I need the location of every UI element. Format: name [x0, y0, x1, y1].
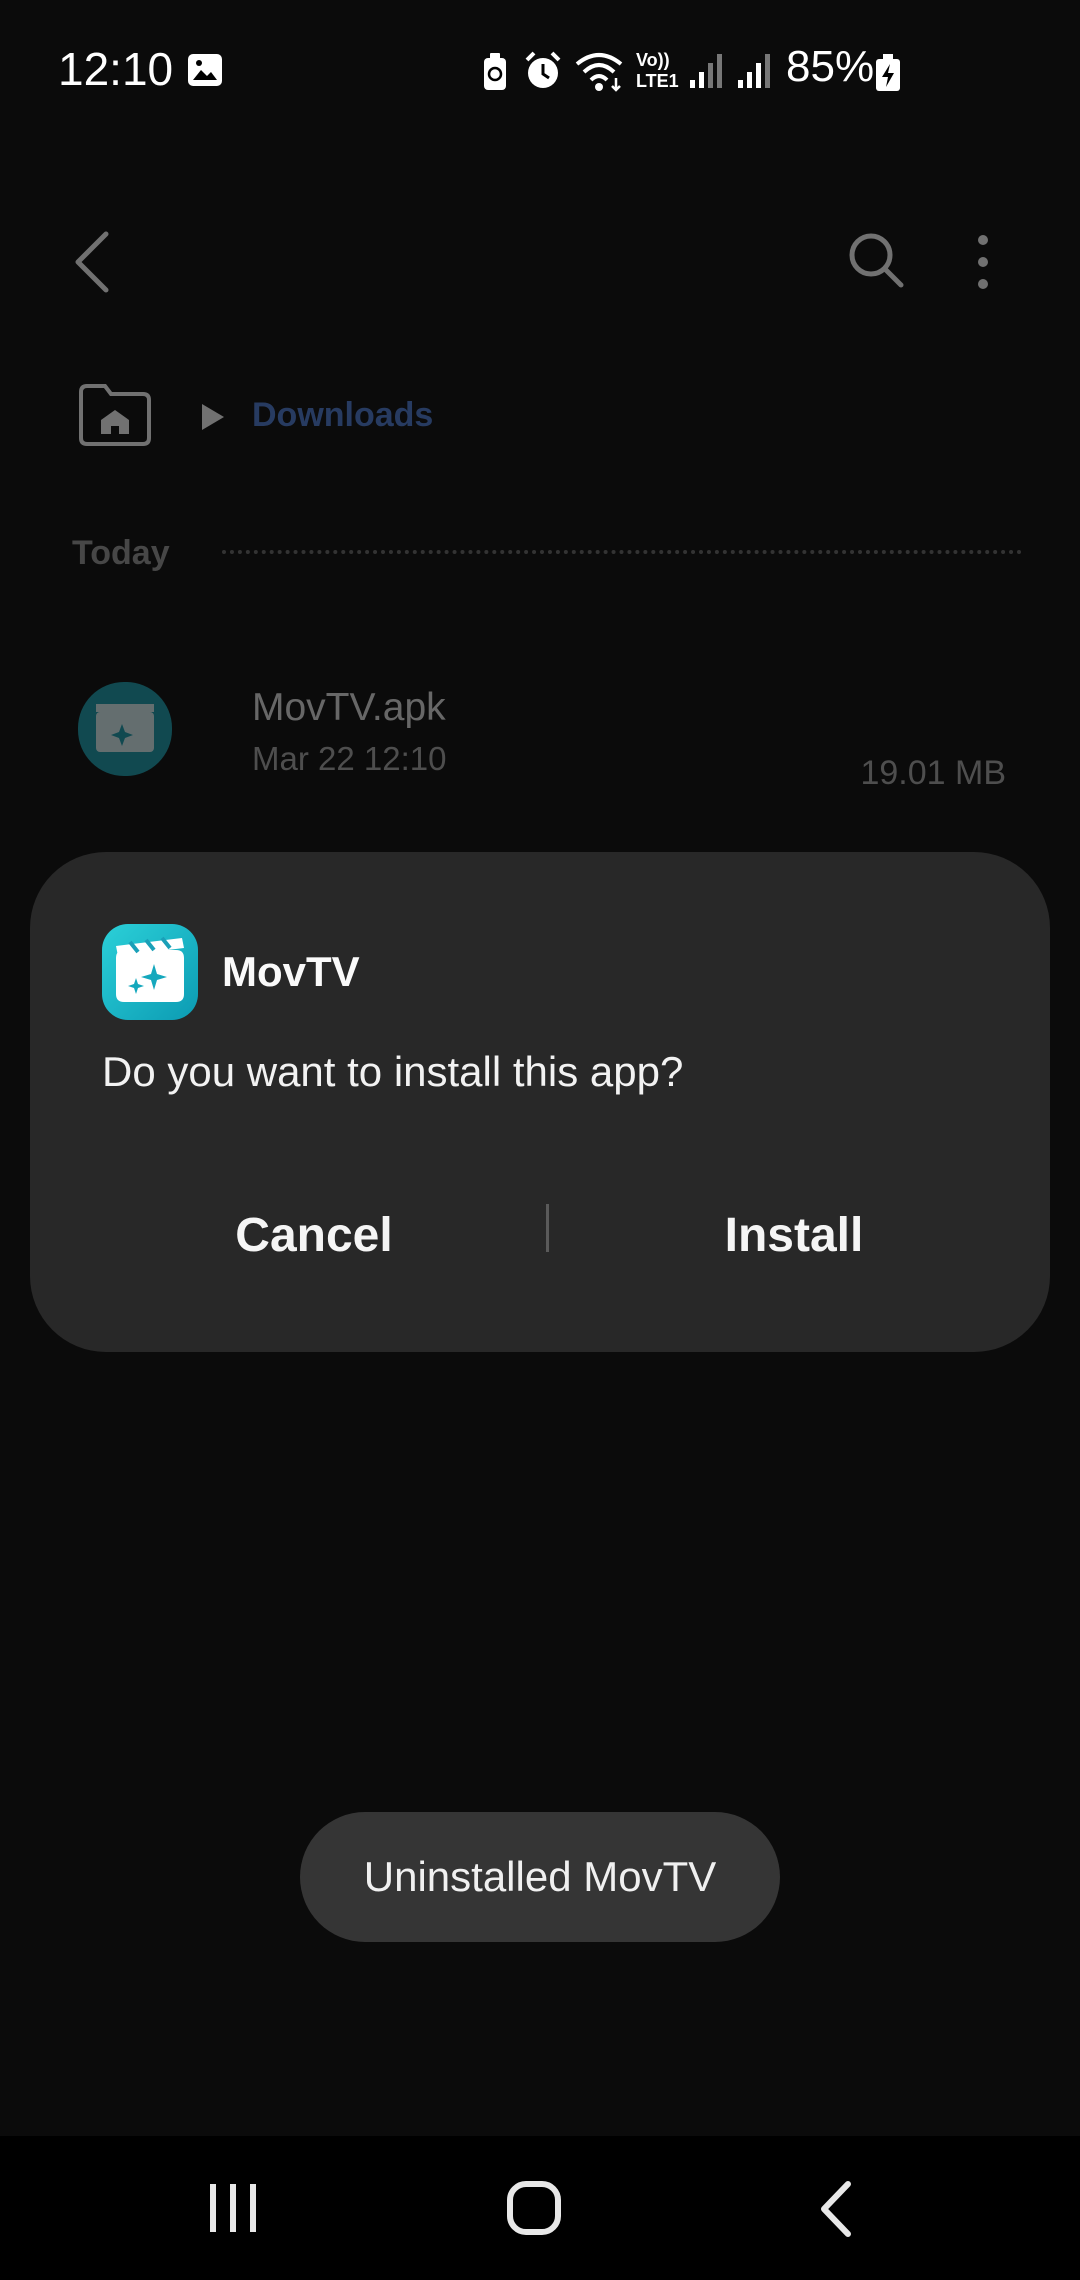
status-bar: 12:10 Vo)) LTE1 85%	[0, 0, 1080, 140]
cancel-button[interactable]: Cancel	[94, 1186, 534, 1286]
volte-label: Vo))	[636, 50, 670, 70]
more-options-icon[interactable]	[974, 234, 992, 290]
section-header-label: Today	[72, 534, 170, 572]
dialog-app-name: MovTV	[222, 948, 360, 995]
dialog-message: Do you want to install this app?	[102, 1048, 684, 1095]
wifi-icon	[575, 53, 623, 92]
breadcrumb-downloads[interactable]: Downloads	[252, 396, 433, 435]
back-icon[interactable]	[818, 2180, 854, 2238]
home-folder-icon[interactable]	[77, 382, 153, 448]
file-name: MovTV.apk	[252, 686, 446, 729]
app-bar	[0, 200, 1080, 320]
file-size: 19.01 MB	[860, 754, 1006, 792]
lte-label: LTE1	[636, 71, 679, 91]
back-arrow-icon[interactable]	[72, 230, 112, 294]
gallery-icon	[188, 54, 222, 86]
navigation-bar	[0, 2136, 1080, 2280]
chevron-right-icon	[202, 404, 224, 430]
volte-lte-icon: Vo)) LTE1	[636, 50, 680, 94]
status-time: 12:10	[58, 43, 174, 95]
recents-icon[interactable]	[208, 2182, 258, 2234]
file-date: Mar 22 12:10	[252, 740, 447, 777]
install-dialog: MovTV Do you want to install this app? C…	[30, 852, 1050, 1352]
signal-icon	[690, 54, 722, 88]
toast-message: Uninstalled MovTV	[300, 1812, 780, 1942]
search-icon[interactable]	[846, 230, 906, 290]
battery-saver-icon	[484, 53, 506, 90]
movtv-app-icon	[78, 682, 172, 776]
battery-charging-icon	[876, 54, 900, 91]
movtv-app-icon	[102, 924, 198, 1020]
button-divider	[546, 1204, 549, 1252]
file-list-item[interactable]: MovTV.apk Mar 22 12:10 19.01 MB	[0, 672, 1080, 802]
home-icon[interactable]	[506, 2180, 562, 2236]
alarm-icon	[525, 51, 561, 88]
section-divider	[222, 550, 1022, 554]
battery-percent: 85%	[786, 42, 875, 91]
install-button[interactable]: Install	[574, 1186, 1014, 1286]
signal-icon	[738, 54, 770, 88]
